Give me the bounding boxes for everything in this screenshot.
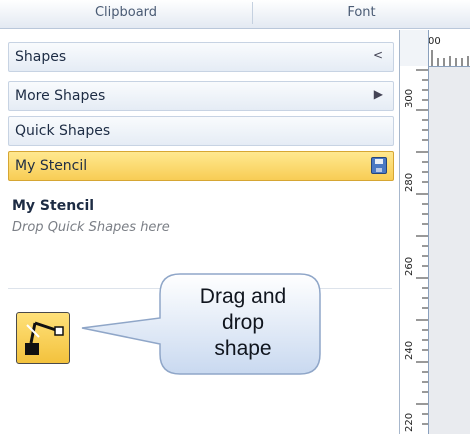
ruler-corner bbox=[400, 30, 429, 67]
ruler-label-300: 300 bbox=[404, 88, 415, 108]
ruler-label-260: 260 bbox=[404, 256, 415, 276]
ruler-label-280: 280 bbox=[404, 172, 415, 192]
drawing-canvas[interactable] bbox=[429, 67, 470, 434]
vertical-ruler-ticks bbox=[416, 69, 428, 425]
ruler-label-220: 220 bbox=[404, 412, 415, 432]
vertical-ruler[interactable]: 300 280 260 240 220 bbox=[400, 66, 429, 434]
ruler-label-240: 240 bbox=[404, 340, 415, 360]
callout-line: drop bbox=[221, 311, 265, 334]
callout-text: Drag and drop shape bbox=[166, 284, 320, 362]
callout-line: Drag and bbox=[199, 285, 287, 308]
callout-line: shape bbox=[214, 337, 272, 360]
